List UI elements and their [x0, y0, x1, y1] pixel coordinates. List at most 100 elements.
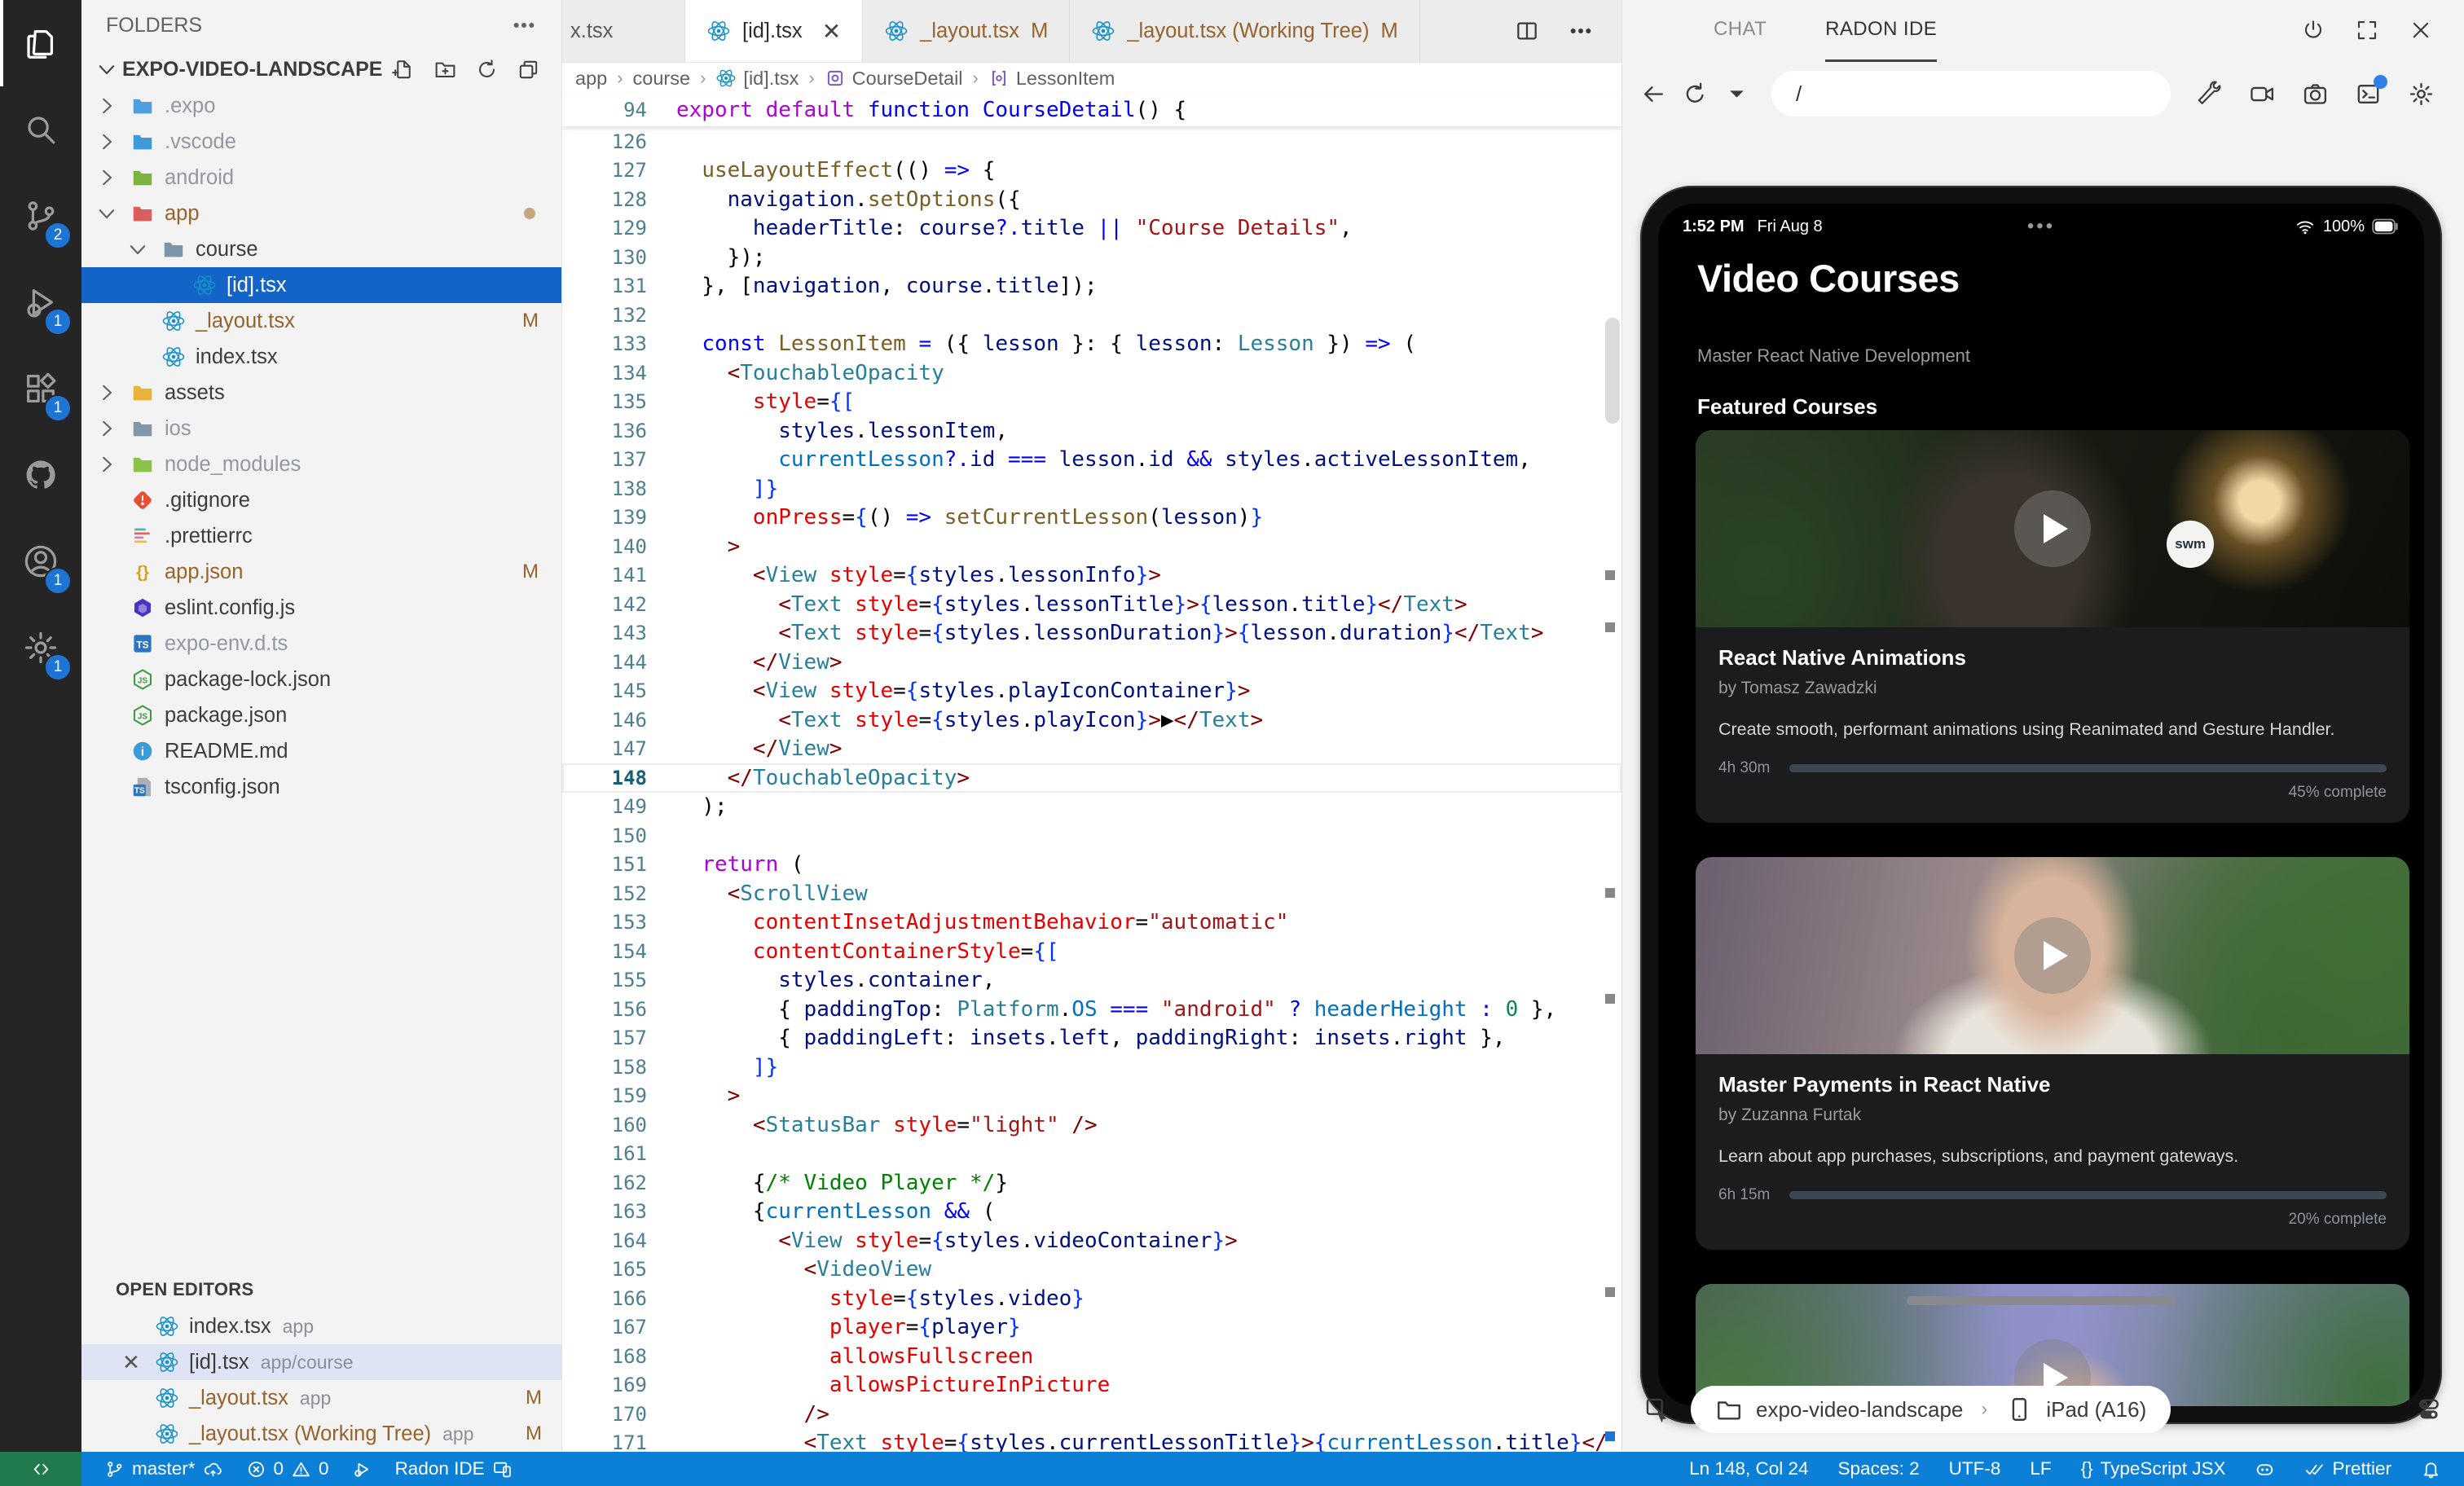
line-number: 163	[562, 1200, 676, 1223]
tree-item-tsconfig.json[interactable]: TStsconfig.json	[81, 769, 561, 805]
indentation[interactable]: Spaces: 2	[1838, 1458, 1920, 1479]
tree-item-assets[interactable]: assets	[81, 375, 561, 411]
breadcrumb-course[interactable]: course	[633, 68, 691, 90]
tree-item-node_modules[interactable]: node_modules	[81, 446, 561, 482]
remote-indicator[interactable]	[0, 1452, 81, 1486]
split-editor-icon[interactable]	[1514, 18, 1540, 44]
close-icon[interactable]: ✕	[822, 18, 841, 45]
radon-ide-item[interactable]: Radon IDE	[395, 1458, 513, 1479]
breadcrumb[interactable]: app›course›[id].tsx›CourseDetail›LessonI…	[562, 63, 1621, 94]
url-bar[interactable]: /	[1771, 71, 2171, 117]
open-editor-_layout.tsx (Working Tree)[interactable]: _layout.tsx (Working Tree)appM	[81, 1416, 561, 1452]
activity-gear[interactable]: 1	[0, 605, 81, 691]
more-actions-icon[interactable]	[511, 12, 537, 38]
tree-item-ios[interactable]: ios	[81, 411, 561, 446]
tab-chat[interactable]: CHAT	[1714, 0, 1767, 62]
editor-group[interactable]: x.tsx[id].tsx✕_layout.tsxM_layout.tsx (W…	[562, 0, 1621, 1452]
open-editor-index.tsx[interactable]: index.tsxapp	[81, 1308, 561, 1344]
activity-github[interactable]	[0, 432, 81, 518]
device-selector[interactable]: expo-video-landscape › iPad (A16)	[1691, 1386, 2171, 1433]
tree-item-app.json[interactable]: {}app.jsonM	[81, 554, 561, 590]
tree-item-package.json[interactable]: JSpackage.json	[81, 697, 561, 733]
tree-item-index.tsx[interactable]: index.tsx	[81, 339, 561, 375]
tree-item-course[interactable]: course	[81, 231, 561, 267]
screenshot-icon[interactable]	[2302, 81, 2329, 108]
editor-tab-_layout.tsx[interactable]: _layout.tsxM	[863, 0, 1070, 62]
cursor-position[interactable]: Ln 148, Col 24	[1689, 1458, 1808, 1479]
editor-tab-[id].tsx[interactable]: [id].tsx✕	[685, 0, 863, 62]
progress-row: 4h 30m	[1718, 759, 2387, 777]
play-button[interactable]	[2014, 490, 2091, 567]
problems-item[interactable]: 0 0	[246, 1458, 329, 1479]
tree-item-app[interactable]: app	[81, 196, 561, 231]
activity-scm[interactable]: 2	[0, 173, 81, 259]
tools-icon[interactable]	[2196, 81, 2223, 108]
file-label: app.json	[165, 561, 243, 584]
tree-item-_layout.tsx[interactable]: _layout.tsxM	[81, 303, 561, 339]
breadcrumb-app[interactable]: app	[575, 68, 607, 90]
tree-item-.vscode[interactable]: .vscode	[81, 124, 561, 160]
activity-debug[interactable]: 1	[0, 259, 81, 345]
activity-ext[interactable]: 1	[0, 345, 81, 432]
breadcrumb-[id].tsx[interactable]: [id].tsx	[715, 68, 799, 90]
encoding[interactable]: UTF-8	[1949, 1458, 2001, 1479]
tree-item-android[interactable]: android	[81, 160, 561, 196]
tree-root-row[interactable]: EXPO-VIDEO-LANDSCAPE	[81, 51, 561, 88]
course-card[interactable]: swmReact Native Animationsby Tomasz Zawa…	[1696, 430, 2409, 823]
home-indicator[interactable]	[1907, 1296, 2176, 1305]
tree-item-package-lock.json[interactable]: JSpackage-lock.json	[81, 662, 561, 697]
git-branch-item[interactable]: master*	[104, 1458, 223, 1479]
screen-record-icon[interactable]	[2249, 81, 2276, 108]
code-area[interactable]: 126127 useLayoutEffect(() => {128 naviga…	[562, 127, 1621, 1452]
inspect-icon[interactable]	[1643, 1396, 1671, 1423]
fassets-icon	[130, 380, 155, 405]
copilot-item[interactable]	[2255, 1459, 2275, 1479]
editor-scrollbar[interactable]	[1605, 318, 1620, 424]
line-number: 156	[562, 998, 676, 1021]
settings-icon[interactable]	[2408, 81, 2435, 108]
editor-tab-x.tsx[interactable]: x.tsx	[562, 0, 685, 62]
open-editor-_layout.tsx[interactable]: _layout.tsxappM	[81, 1380, 561, 1416]
device-screen[interactable]: 1:52 PM Fri Aug 8 ••• 100% Video Courses…	[1658, 204, 2424, 1406]
status-bar: master* 0 0 Radon IDE Ln 148, Col 24 Spa…	[0, 1452, 2464, 1486]
tree-item-.expo[interactable]: .expo	[81, 88, 561, 124]
braces-icon: {}	[130, 560, 155, 584]
editor-tab-_layout.tsx (Working Tree)[interactable]: _layout.tsx (Working Tree)M	[1070, 0, 1419, 62]
chevron-down-icon[interactable]	[1723, 81, 1750, 108]
folders-title: FOLDERS	[106, 14, 202, 37]
debug-item[interactable]	[352, 1459, 372, 1479]
reload-icon[interactable]	[1682, 81, 1709, 108]
tree-item-.prettierrc[interactable]: .prettierrc	[81, 518, 561, 554]
line-number: 157	[562, 1027, 676, 1049]
activity-files[interactable]	[0, 0, 81, 86]
code-text: <Text style={styles.lessonDuration}>{les…	[676, 621, 1544, 645]
eol[interactable]: LF	[2030, 1458, 2051, 1479]
tree-item-eslint.config.js[interactable]: eslint.config.js	[81, 590, 561, 626]
tree-item-[id].tsx[interactable]: [id].tsx	[81, 267, 561, 303]
react-icon	[884, 19, 909, 43]
line-number: 170	[562, 1403, 676, 1426]
tree-item-.gitignore[interactable]: .gitignore	[81, 482, 561, 518]
open-editors-header[interactable]: OPEN EDITORS	[81, 1271, 561, 1308]
debug-console-icon[interactable]	[2355, 81, 2382, 108]
activity-search[interactable]	[0, 86, 81, 173]
code-text: });	[676, 245, 766, 270]
tab-radon-ide[interactable]: RADON IDE	[1825, 0, 1937, 62]
breadcrumb-CourseDetail[interactable]: CourseDetail	[825, 68, 963, 90]
close-icon[interactable]: ✕	[122, 1350, 155, 1375]
tree-item-README.md[interactable]: iREADME.md	[81, 733, 561, 769]
course-card[interactable]: Master Payments in React Nativeby Zuzann…	[1696, 857, 2409, 1250]
more-actions-icon[interactable]	[1568, 18, 1594, 44]
tree-item-expo-env.d.ts[interactable]: TSexpo-env.d.ts	[81, 626, 561, 662]
play-button[interactable]	[2014, 917, 2091, 994]
prettier-item[interactable]: Prettier	[2304, 1458, 2391, 1479]
code-line-143: 143 <Text style={styles.lessonDuration}>…	[562, 619, 1621, 648]
breadcrumb-LessonItem[interactable]: LessonItem	[988, 68, 1115, 90]
theme-toggle-icon[interactable]	[2415, 1396, 2443, 1423]
activity-account[interactable]: 1	[0, 518, 81, 605]
notifications-item[interactable]	[2421, 1459, 2441, 1479]
open-editor-[id].tsx[interactable]: ✕[id].tsxapp/course	[81, 1344, 561, 1380]
language-mode[interactable]: {} TypeScript JSX	[2081, 1458, 2226, 1479]
line-number: 147	[562, 737, 676, 760]
back-icon[interactable]	[1640, 81, 1667, 108]
